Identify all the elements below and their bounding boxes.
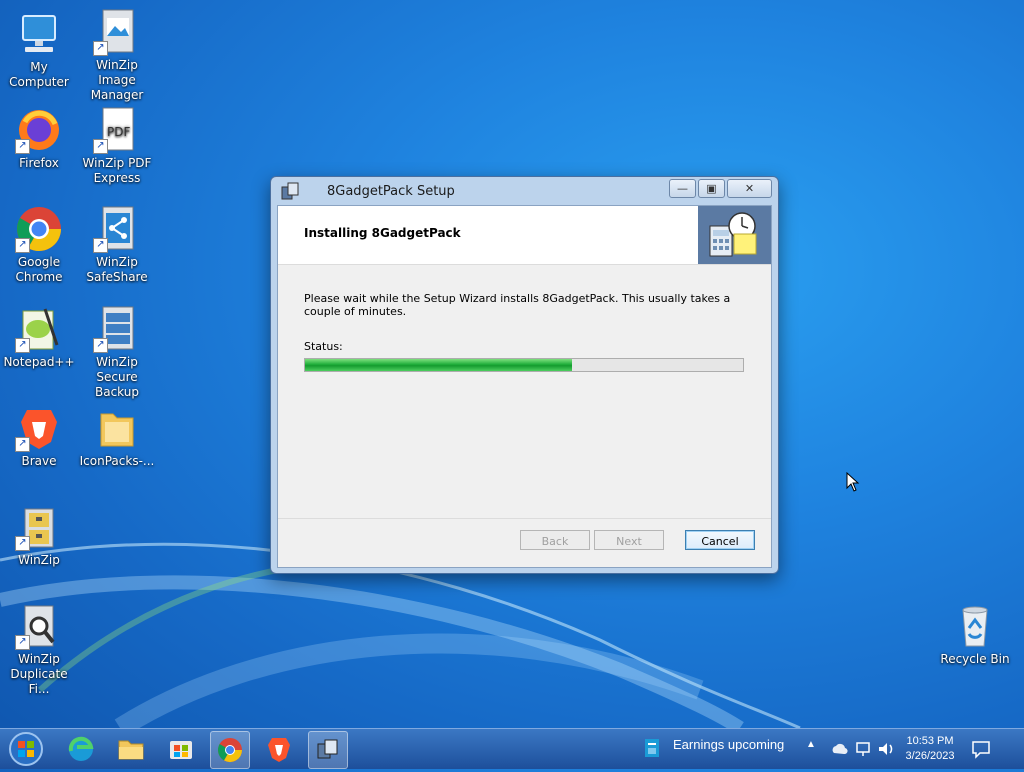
- desktop-icon-label: Notepad++: [3, 355, 75, 369]
- file-explorer-icon: [118, 740, 144, 760]
- taskbar-store[interactable]: [162, 731, 200, 767]
- status-label: Status:: [304, 340, 343, 353]
- clock-date[interactable]: 3/26/2023: [904, 750, 956, 762]
- chrome-icon: ↗: [15, 205, 63, 253]
- notepadpp-icon: ↗: [15, 305, 63, 353]
- desktop-icon-winzip[interactable]: ↗ WinZip: [0, 503, 78, 568]
- next-button[interactable]: Next: [594, 530, 664, 550]
- desktop-icon-label: WinZip Secure Backup: [95, 355, 139, 399]
- close-icon: ✕: [744, 182, 755, 195]
- maximize-icon: ▣: [706, 182, 717, 195]
- desktop-icon-label: Firefox: [19, 156, 59, 170]
- setup-app-icon: [280, 181, 300, 201]
- notification-icon[interactable]: [970, 738, 992, 760]
- shortcut-arrow-icon: ↗: [15, 437, 30, 452]
- desktop-icon-label: My Computer: [9, 60, 69, 89]
- news-widget-text[interactable]: Earnings upcoming: [673, 737, 784, 752]
- winzip-duplicate-icon: ↗: [15, 602, 63, 650]
- cloud-sync-icon[interactable]: [830, 740, 848, 758]
- minimize-icon: —: [677, 182, 688, 195]
- desktop-icon-winzip-secure-backup[interactable]: ↗ WinZip Secure Backup: [78, 305, 156, 400]
- desktop-icon-notepadpp[interactable]: ↗ Notepad++: [0, 305, 78, 370]
- start-orb-icon: [9, 732, 43, 766]
- desktop-icon-label: WinZip SafeShare: [86, 255, 148, 284]
- desktop-icon-winzip-pdf-express[interactable]: PDF ↗ WinZip PDF Express: [78, 106, 156, 186]
- volume-icon[interactable]: [877, 740, 897, 758]
- desktop-icon-chrome[interactable]: ↗ Google Chrome: [0, 205, 78, 285]
- shortcut-arrow-icon: ↗: [15, 139, 30, 154]
- setup-icon: [317, 739, 338, 759]
- show-hidden-icons-icon[interactable]: ▲: [806, 739, 816, 750]
- news-widget-icon: [645, 739, 659, 757]
- taskbar-file-explorer[interactable]: [112, 731, 150, 767]
- desktop-icon-winzip-duplicate[interactable]: ↗ WinZip Duplicate Fi...: [0, 602, 78, 697]
- desktop-icon-label: WinZip: [18, 553, 60, 567]
- desktop-icon-label: Google Chrome: [15, 255, 63, 284]
- window-title: 8GadgetPack Setup: [327, 184, 455, 199]
- desktop-icon-label: WinZip Duplicate Fi...: [10, 652, 68, 696]
- minimize-button[interactable]: —: [669, 179, 696, 198]
- wizard-banner: Installing 8GadgetPack: [278, 206, 771, 265]
- desktop-icon-brave[interactable]: ↗ Brave: [0, 404, 78, 469]
- winzip-icon: ↗: [15, 503, 63, 551]
- maximize-button[interactable]: ▣: [698, 179, 725, 198]
- winzip-safeshare-icon: ↗: [93, 205, 141, 253]
- page-title: Installing 8GadgetPack: [304, 226, 461, 240]
- shortcut-arrow-icon: ↗: [93, 238, 108, 253]
- recycle-bin-icon: [951, 602, 999, 650]
- firefox-icon: ↗: [15, 106, 63, 154]
- gadget-banner-icon: [698, 206, 771, 264]
- brave-icon: ↗: [15, 404, 63, 452]
- clock-time[interactable]: 10:53 PM: [904, 735, 956, 747]
- desktop-icon-recycle-bin[interactable]: Recycle Bin: [936, 602, 1014, 667]
- svg-text:PDF: PDF: [107, 125, 130, 139]
- taskbar: Earnings upcoming ▲ 10:53 PM 3/26/2023: [0, 728, 1024, 769]
- folder-icon: [93, 404, 141, 452]
- brave-icon: [268, 738, 290, 762]
- desktop-icon-label: Recycle Bin: [940, 652, 1010, 666]
- edge-icon: [68, 736, 94, 761]
- shortcut-arrow-icon: ↗: [93, 338, 108, 353]
- taskbar-chrome[interactable]: [210, 731, 250, 769]
- desktop-icon-firefox[interactable]: ↗ Firefox: [0, 106, 78, 171]
- mouse-cursor-icon: [846, 472, 860, 492]
- shortcut-arrow-icon: ↗: [93, 139, 108, 154]
- install-description: Please wait while the Setup Wizard insta…: [304, 292, 731, 318]
- window-client: Installing 8GadgetPack Please wait while…: [277, 205, 772, 568]
- install-progress-bar: [304, 358, 744, 372]
- store-icon: [170, 741, 192, 759]
- winzip-backup-icon: ↗: [93, 305, 141, 353]
- shortcut-arrow-icon: ↗: [15, 338, 30, 353]
- progress-fill: [305, 359, 573, 371]
- start-button[interactable]: [4, 731, 48, 767]
- taskbar-brave[interactable]: [260, 731, 298, 767]
- winzip-image-icon: ↗: [93, 8, 141, 56]
- network-icon[interactable]: [854, 740, 872, 758]
- shortcut-arrow-icon: ↗: [93, 41, 108, 56]
- footer-divider: [278, 518, 771, 519]
- setup-window: 8GadgetPack Setup — ▣ ✕ Installing 8Gadg…: [270, 176, 779, 574]
- desktop-icon-iconpacks-folder[interactable]: IconPacks-...: [78, 404, 156, 469]
- winzip-pdf-icon: PDF ↗: [93, 106, 141, 154]
- chrome-icon: [217, 738, 242, 763]
- desktop-icon-winzip-safeshare[interactable]: ↗ WinZip SafeShare: [78, 205, 156, 285]
- taskbar-setup[interactable]: [308, 731, 348, 769]
- desktop-icon-label: WinZip Image Manager: [90, 58, 144, 102]
- desktop-icon-winzip-image-manager[interactable]: ↗ WinZip Image Manager: [78, 8, 156, 103]
- shortcut-arrow-icon: ↗: [15, 635, 30, 650]
- cancel-button[interactable]: Cancel: [685, 530, 755, 550]
- close-button[interactable]: ✕: [727, 179, 772, 198]
- shortcut-arrow-icon: ↗: [15, 536, 30, 551]
- taskbar-edge[interactable]: [62, 731, 100, 767]
- computer-icon: [15, 10, 63, 58]
- desktop-icon-my-computer[interactable]: My Computer: [0, 10, 78, 90]
- shortcut-arrow-icon: ↗: [15, 238, 30, 253]
- back-button[interactable]: Back: [520, 530, 590, 550]
- desktop-icon-label: IconPacks-...: [79, 454, 155, 468]
- desktop-icon-label: Brave: [21, 454, 57, 468]
- desktop-icon-label: WinZip PDF Express: [82, 156, 152, 185]
